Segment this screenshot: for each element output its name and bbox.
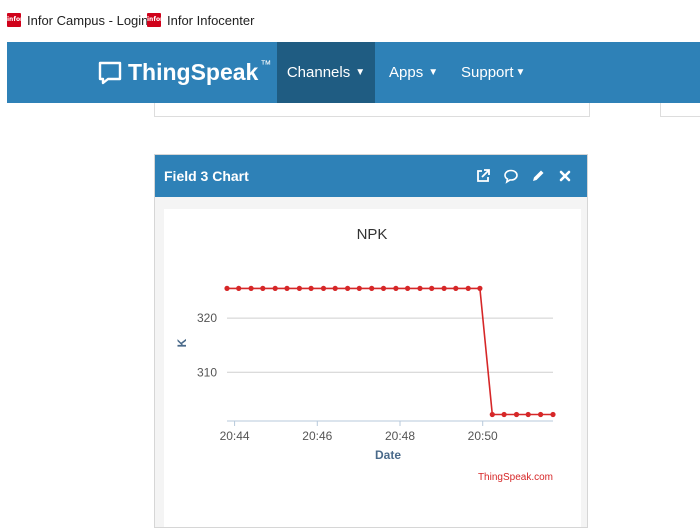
field-chart-panel: Field 3 Chart NPK 310 320 20:44 20:46 20:48 20…: [154, 154, 588, 528]
bookmark-infor-infocenter[interactable]: infor Infor Infocenter: [147, 10, 254, 30]
caret-down-icon: ▼: [355, 67, 366, 78]
data-point: [405, 285, 411, 291]
data-point: [550, 411, 556, 418]
data-point: [380, 285, 387, 291]
top-navbar: ThingSpeak ™ Channels ▼ Apps ▼ Support ▼: [7, 42, 700, 103]
bookmark-label: Infor Infocenter: [167, 12, 255, 28]
data-point: [538, 411, 544, 418]
nav-label: Apps: [389, 64, 424, 81]
chart-attribution: ThingSpeak.com: [478, 472, 553, 483]
pencil-icon[interactable]: [530, 168, 546, 184]
data-point: [308, 285, 314, 291]
series-line: [227, 287, 553, 416]
data-point: [296, 285, 302, 291]
bookmarks-bar: infor Infor Campus - Login infor Infor I…: [0, 0, 700, 42]
data-point: [284, 285, 290, 291]
external-link-icon[interactable]: [475, 168, 491, 184]
infor-favicon-icon: infor: [147, 13, 163, 27]
nav-support[interactable]: Support ▼: [461, 42, 525, 103]
data-point: [417, 285, 423, 291]
data-point: [513, 411, 520, 418]
data-point: [236, 285, 242, 291]
y-axis-label: K: [175, 338, 189, 347]
x-axis-label: Date: [375, 448, 401, 462]
caret-down-icon: ▼: [428, 67, 439, 78]
data-point: [453, 285, 459, 291]
y-tick-label: 310: [197, 365, 217, 379]
x-tick-label: 20:48: [385, 429, 415, 443]
previous-panel-bottom: [154, 103, 590, 117]
adjacent-panel-bottom: [660, 103, 700, 117]
y-tick-label: 320: [197, 311, 217, 325]
panel-title: Field 3 Chart: [164, 168, 249, 184]
data-point: [320, 285, 327, 291]
x-tick-label: 20:44: [220, 429, 250, 443]
thingspeak-logo[interactable]: ThingSpeak ™: [97, 42, 271, 103]
nav-label: Channels: [286, 64, 351, 81]
data-point: [248, 285, 254, 291]
data-point: [356, 285, 362, 291]
data-point: [429, 285, 435, 291]
data-point: [272, 285, 278, 291]
x-tick-label: 20:50: [468, 429, 498, 443]
nav-apps[interactable]: Apps ▼: [389, 42, 438, 103]
nav-channels[interactable]: Channels ▼: [277, 42, 375, 103]
caret-down-icon: ▼: [515, 67, 526, 78]
bookmark-infor-campus[interactable]: infor Infor Campus - Login: [7, 10, 148, 30]
data-point: [345, 285, 351, 291]
data-point: [477, 285, 483, 291]
comment-icon[interactable]: [503, 168, 519, 184]
chart-area: NPK 310 320 20:44 20:46 20:48 20:50 Date K ThingS…: [164, 209, 581, 527]
trademark: ™: [260, 58, 272, 71]
data-point: [465, 285, 471, 291]
panel-header: Field 3 Chart: [155, 155, 587, 197]
data-point: [369, 285, 375, 291]
data-point: [393, 285, 399, 291]
data-point: [441, 285, 447, 291]
data-point: [501, 411, 507, 418]
data-point: [332, 285, 338, 291]
speech-bubble-icon: [98, 61, 122, 84]
brand-name: ThingSpeak: [128, 59, 259, 85]
bookmark-label: Infor Campus - Login: [27, 12, 149, 28]
npk-line-chart: NPK 310 320 20:44 20:46 20:48 20:50 Date K ThingS…: [175, 226, 556, 483]
data-point: [224, 285, 230, 291]
infor-favicon-icon: infor: [7, 13, 23, 27]
nav-label: Support: [461, 64, 514, 81]
data-point: [260, 285, 266, 291]
close-icon[interactable]: [557, 168, 573, 184]
x-tick-label: 20:46: [302, 429, 332, 443]
data-point: [489, 411, 495, 418]
data-point: [525, 411, 531, 418]
chart-title: NPK: [357, 226, 388, 243]
